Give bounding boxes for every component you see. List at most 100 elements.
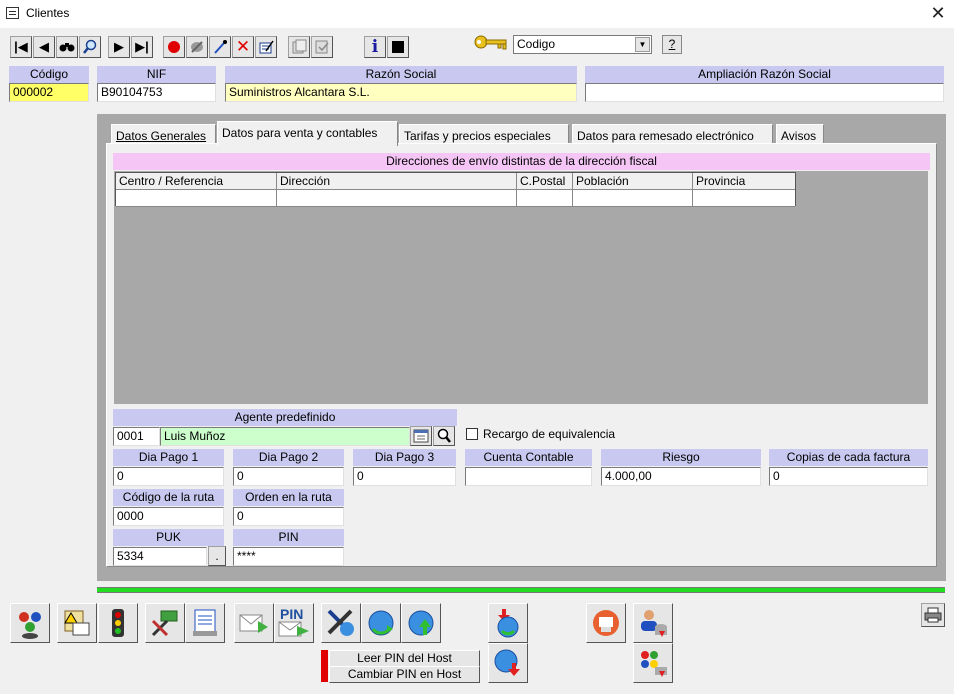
cancel-edit-button[interactable] bbox=[186, 36, 208, 58]
dia-pago-3-field[interactable]: 0 bbox=[353, 467, 456, 486]
info-button[interactable]: i bbox=[364, 36, 386, 58]
paste-button[interactable] bbox=[311, 36, 333, 58]
pin-field[interactable]: **** bbox=[233, 547, 344, 566]
search-button[interactable] bbox=[56, 36, 78, 58]
order-select-value: Codigo bbox=[517, 37, 556, 51]
table-cell[interactable] bbox=[116, 190, 277, 207]
codigo-field[interactable]: 000002 bbox=[9, 83, 89, 102]
record-button[interactable] bbox=[163, 36, 185, 58]
print-button[interactable] bbox=[921, 603, 945, 627]
upload-globe-button[interactable] bbox=[401, 603, 441, 643]
binoculars-icon bbox=[59, 43, 75, 52]
dropper-button[interactable] bbox=[209, 36, 231, 58]
riesgo-field[interactable]: 4.000,00 bbox=[601, 467, 761, 486]
tools-money-button[interactable] bbox=[145, 603, 185, 643]
column-header-cpostal[interactable]: C.Postal bbox=[517, 173, 573, 190]
puk-dot-button[interactable]: . bbox=[208, 546, 226, 566]
card-icon bbox=[413, 429, 429, 443]
money-tools-icon bbox=[151, 610, 178, 637]
next-icon: ▶ bbox=[114, 39, 124, 54]
document-warning-icon bbox=[64, 610, 90, 636]
printer-circle-icon bbox=[593, 610, 619, 636]
column-header-centro[interactable]: Centro / Referencia bbox=[116, 173, 277, 190]
info-icon: i bbox=[371, 37, 379, 57]
record-icon bbox=[168, 41, 180, 53]
orden-ruta-label: Orden en la ruta bbox=[233, 489, 344, 506]
codigo-ruta-field[interactable]: 0000 bbox=[113, 507, 224, 526]
copy-button[interactable] bbox=[288, 36, 310, 58]
first-record-button[interactable]: |◀ bbox=[10, 36, 32, 58]
column-header-provincia[interactable]: Provincia bbox=[693, 173, 795, 190]
table-cell[interactable] bbox=[277, 190, 517, 207]
globe-download-button[interactable] bbox=[488, 643, 528, 683]
key-icon bbox=[472, 34, 508, 55]
config-button[interactable] bbox=[321, 603, 361, 643]
agente-label: Agente predefinido bbox=[113, 409, 457, 426]
nif-field[interactable]: B90104753 bbox=[97, 83, 216, 102]
documents-button[interactable] bbox=[57, 603, 97, 643]
puk-field[interactable]: 5334 bbox=[113, 547, 207, 566]
copy-icon bbox=[292, 39, 307, 54]
recargo-label: Recargo de equivalencia bbox=[483, 427, 616, 441]
send-mail-button[interactable] bbox=[234, 603, 274, 643]
last-record-button[interactable]: ▶| bbox=[131, 36, 153, 58]
delete-button[interactable]: ✕ bbox=[232, 36, 254, 58]
dia-pago-2-field[interactable]: 0 bbox=[233, 467, 344, 486]
traffic-light-button[interactable] bbox=[98, 603, 138, 643]
printer-icon bbox=[924, 607, 942, 623]
cuenta-contable-field[interactable] bbox=[465, 467, 592, 486]
tab-label: Tarifas y precios especiales bbox=[404, 129, 551, 143]
title-bar bbox=[0, 0, 954, 28]
column-header-direccion[interactable]: Dirección bbox=[277, 173, 517, 190]
cuenta-contable-label: Cuenta Contable bbox=[465, 449, 592, 466]
riesgo-label: Riesgo bbox=[601, 449, 761, 466]
paste-icon bbox=[315, 40, 329, 54]
zoom-icon bbox=[83, 39, 97, 54]
dia-pago-1-label: Dia Pago 1 bbox=[113, 449, 224, 466]
globe-upload-icon bbox=[408, 610, 434, 636]
clients-group-button[interactable] bbox=[10, 603, 50, 643]
edit-button[interactable] bbox=[255, 36, 277, 58]
zoom-button[interactable] bbox=[79, 36, 101, 58]
table-cell[interactable] bbox=[517, 190, 573, 207]
leer-pin-button[interactable]: Leer PIN del Host bbox=[329, 650, 480, 667]
ampliacion-field[interactable] bbox=[585, 83, 944, 102]
direcciones-header: Direcciones de envío distintas de la dir… bbox=[113, 153, 930, 170]
next-record-button[interactable]: ▶ bbox=[108, 36, 130, 58]
color-database-button[interactable] bbox=[633, 643, 673, 683]
prev-record-button[interactable]: ◀ bbox=[33, 36, 55, 58]
copias-factura-field[interactable]: 0 bbox=[769, 467, 928, 486]
orden-ruta-field[interactable]: 0 bbox=[233, 507, 344, 526]
dia-pago-1-field[interactable]: 0 bbox=[113, 467, 224, 486]
close-icon[interactable]: ✕ bbox=[928, 2, 948, 24]
direcciones-grid[interactable]: Centro / Referencia Dirección C.Postal P… bbox=[115, 172, 796, 207]
user-database-button[interactable] bbox=[633, 603, 673, 643]
stop-button[interactable] bbox=[387, 36, 409, 58]
recargo-checkbox[interactable] bbox=[466, 428, 478, 440]
agente-name-field[interactable]: Luis Muñoz bbox=[160, 427, 410, 446]
people-icon bbox=[19, 612, 41, 639]
column-header-poblacion[interactable]: Población bbox=[573, 173, 693, 190]
globe-sync-icon bbox=[368, 610, 394, 636]
cancel-edit-icon bbox=[191, 41, 203, 53]
agente-code-field[interactable]: 0001 bbox=[113, 427, 160, 446]
agente-search-button[interactable] bbox=[433, 426, 455, 446]
send-pin-button[interactable]: PIN bbox=[274, 603, 314, 643]
table-cell[interactable] bbox=[693, 190, 795, 207]
chevron-down-icon[interactable]: ▼ bbox=[635, 37, 650, 52]
table-cell[interactable] bbox=[573, 190, 693, 207]
delete-icon: ✕ bbox=[235, 37, 251, 56]
printer-circle-button[interactable] bbox=[586, 603, 626, 643]
sync-globe-button[interactable] bbox=[361, 603, 401, 643]
razon-social-field[interactable]: Suministros Alcantara S.L. bbox=[225, 83, 577, 102]
tab-datos-venta[interactable]: Datos para venta y contables bbox=[217, 121, 398, 146]
ampliacion-label: Ampliación Razón Social bbox=[585, 66, 944, 83]
cambiar-pin-button[interactable]: Cambiar PIN en Host bbox=[329, 666, 480, 683]
globe-sync-down-button[interactable] bbox=[488, 603, 528, 643]
help-button[interactable]: ? bbox=[662, 35, 682, 54]
invoice-button[interactable] bbox=[185, 603, 225, 643]
agente-card-button[interactable] bbox=[410, 426, 432, 446]
invoice-icon bbox=[193, 609, 217, 636]
order-select[interactable]: Codigo ▼ bbox=[513, 35, 652, 54]
edit-icon bbox=[259, 40, 274, 54]
